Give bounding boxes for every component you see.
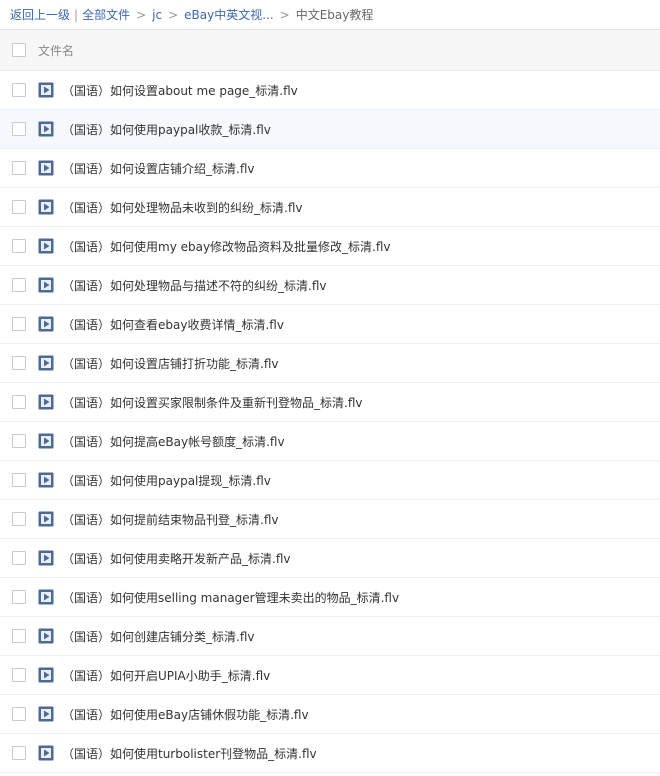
video-file-icon[interactable] xyxy=(38,706,54,722)
breadcrumb-arrow: > xyxy=(136,7,147,22)
video-file-icon[interactable] xyxy=(38,82,54,98)
file-row[interactable]: （国语）如何设置店铺介绍_标清.flv xyxy=(0,149,660,188)
breadcrumb: 返回上一级 | 全部文件 > jc > eBay中英文视... > 中文Ebay… xyxy=(0,0,660,29)
video-file-icon[interactable] xyxy=(38,745,54,761)
video-file-icon[interactable] xyxy=(38,121,54,137)
file-row[interactable]: （国语）如何使用eBay店铺休假功能_标清.flv xyxy=(0,695,660,734)
file-name[interactable]: （国语）如何查看ebay收费详情_标清.flv xyxy=(62,316,284,333)
video-file-icon[interactable] xyxy=(38,433,54,449)
file-checkbox[interactable] xyxy=(12,746,26,760)
video-file-icon[interactable] xyxy=(38,238,54,254)
breadcrumb-bar-separator: | xyxy=(74,7,79,22)
file-name[interactable]: （国语）如何使用eBay店铺休假功能_标清.flv xyxy=(62,706,309,723)
file-row[interactable]: （国语）如何处理物品与描述不符的纠纷_标清.flv xyxy=(0,266,660,305)
file-row[interactable]: （国语）如何使用paypal提现_标清.flv xyxy=(0,461,660,500)
file-row[interactable]: （国语）如何设置买家限制条件及重新刊登物品_标清.flv xyxy=(0,383,660,422)
file-row[interactable]: （国语）如何设置about me page_标清.flv xyxy=(0,71,660,110)
file-checkbox[interactable] xyxy=(12,161,26,175)
file-row[interactable]: （国语）如何提前结束物品刊登_标清.flv xyxy=(0,500,660,539)
video-file-icon[interactable] xyxy=(38,550,54,566)
file-row[interactable]: （国语）如何创建店铺分类_标清.flv xyxy=(0,617,660,656)
file-name[interactable]: （国语）如何使用turbolister刊登物品_标清.flv xyxy=(62,745,317,762)
file-checkbox[interactable] xyxy=(12,473,26,487)
file-checkbox[interactable] xyxy=(12,317,26,331)
video-file-icon[interactable] xyxy=(38,472,54,488)
file-name[interactable]: （国语）如何创建店铺分类_标清.flv xyxy=(62,628,254,645)
breadcrumb-item-ebay-videos[interactable]: eBay中英文视... xyxy=(184,6,274,23)
video-file-icon[interactable] xyxy=(38,355,54,371)
video-file-icon[interactable] xyxy=(38,394,54,410)
filename-column-header[interactable]: 文件名 xyxy=(38,42,74,59)
back-link[interactable]: 返回上一级 xyxy=(10,6,70,23)
file-checkbox[interactable] xyxy=(12,551,26,565)
file-list-header: 文件名 xyxy=(0,30,660,71)
file-row[interactable]: （国语）如何使用my ebay修改物品资料及批量修改_标清.flv xyxy=(0,227,660,266)
file-row[interactable]: （国语）如何使用paypal收款_标清.flv xyxy=(0,110,660,149)
file-checkbox[interactable] xyxy=(12,200,26,214)
file-name[interactable]: （国语）如何处理物品与描述不符的纠纷_标清.flv xyxy=(62,277,326,294)
breadcrumb-item-jc[interactable]: jc xyxy=(152,8,162,22)
file-name[interactable]: （国语）如何设置店铺打折功能_标清.flv xyxy=(62,355,278,372)
file-name[interactable]: （国语）如何设置买家限制条件及重新刊登物品_标清.flv xyxy=(62,394,362,411)
file-name[interactable]: （国语）如何使用my ebay修改物品资料及批量修改_标清.flv xyxy=(62,238,391,255)
file-row[interactable]: （国语）如何提高eBay帐号额度_标清.flv xyxy=(0,422,660,461)
file-row[interactable]: （国语）如何处理物品未收到的纠纷_标清.flv xyxy=(0,188,660,227)
file-checkbox[interactable] xyxy=(12,83,26,97)
file-checkbox[interactable] xyxy=(12,434,26,448)
file-checkbox[interactable] xyxy=(12,512,26,526)
file-checkbox[interactable] xyxy=(12,356,26,370)
file-name[interactable]: （国语）如何提前结束物品刊登_标清.flv xyxy=(62,511,278,528)
file-checkbox[interactable] xyxy=(12,668,26,682)
file-name[interactable]: （国语）如何处理物品未收到的纠纷_标清.flv xyxy=(62,199,302,216)
file-checkbox[interactable] xyxy=(12,239,26,253)
file-name[interactable]: （国语）如何设置店铺介绍_标清.flv xyxy=(62,160,254,177)
file-row[interactable]: （国语）如何使用turbolister刊登物品_标清.flv xyxy=(0,734,660,773)
file-list: 文件名 （国语）如何设置about me page_标清.flv （国语）如何使用… xyxy=(0,29,660,773)
file-rows: （国语）如何设置about me page_标清.flv （国语）如何使用payp… xyxy=(0,71,660,773)
file-row[interactable]: （国语）如何使用卖略开发新产品_标清.flv xyxy=(0,539,660,578)
file-name[interactable]: （国语）如何使用卖略开发新产品_标清.flv xyxy=(62,550,290,567)
file-checkbox[interactable] xyxy=(12,629,26,643)
video-file-icon[interactable] xyxy=(38,667,54,683)
file-name[interactable]: （国语）如何设置about me page_标清.flv xyxy=(62,82,298,99)
video-file-icon[interactable] xyxy=(38,628,54,644)
all-files-link[interactable]: 全部文件 xyxy=(82,6,130,23)
video-file-icon[interactable] xyxy=(38,511,54,527)
video-file-icon[interactable] xyxy=(38,589,54,605)
file-checkbox[interactable] xyxy=(12,278,26,292)
breadcrumb-current: 中文Ebay教程 xyxy=(295,8,374,22)
file-row[interactable]: （国语）如何设置店铺打折功能_标清.flv xyxy=(0,344,660,383)
video-file-icon[interactable] xyxy=(38,199,54,215)
file-name[interactable]: （国语）如何使用paypal提现_标清.flv xyxy=(62,472,271,489)
file-checkbox[interactable] xyxy=(12,707,26,721)
file-checkbox[interactable] xyxy=(12,122,26,136)
breadcrumb-arrow: > xyxy=(279,7,290,22)
file-name[interactable]: （国语）如何提高eBay帐号额度_标清.flv xyxy=(62,433,285,450)
file-name[interactable]: （国语）如何开启UPIA小助手_标清.flv xyxy=(62,667,270,684)
video-file-icon[interactable] xyxy=(38,277,54,293)
file-row[interactable]: （国语）如何使用selling manager管理未卖出的物品_标清.flv xyxy=(0,578,660,617)
video-file-icon[interactable] xyxy=(38,160,54,176)
file-checkbox[interactable] xyxy=(12,395,26,409)
breadcrumb-arrow: > xyxy=(168,7,179,22)
select-all-checkbox[interactable] xyxy=(12,43,26,57)
file-row[interactable]: （国语）如何查看ebay收费详情_标清.flv xyxy=(0,305,660,344)
file-name[interactable]: （国语）如何使用selling manager管理未卖出的物品_标清.flv xyxy=(62,589,399,606)
file-name[interactable]: （国语）如何使用paypal收款_标清.flv xyxy=(62,121,271,138)
video-file-icon[interactable] xyxy=(38,316,54,332)
file-row[interactable]: （国语）如何开启UPIA小助手_标清.flv xyxy=(0,656,660,695)
file-checkbox[interactable] xyxy=(12,590,26,604)
